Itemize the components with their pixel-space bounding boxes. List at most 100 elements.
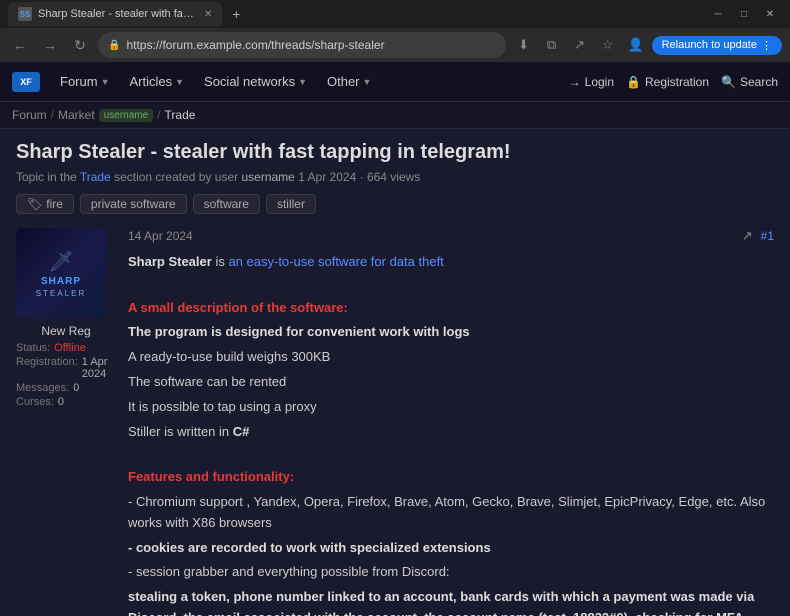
tags-container: 🏷 fire private software software stiller [16, 194, 774, 214]
post-header: 14 Apr 2024 ↗ #1 [128, 228, 774, 244]
intro-bold: Sharp Stealer [128, 254, 212, 269]
tag-software-label: software [204, 197, 249, 211]
registration-button[interactable]: 🔒 Registration [626, 75, 709, 89]
tag-private-label: private software [91, 197, 176, 211]
tag-item-fire[interactable]: 🏷 fire [16, 194, 74, 214]
back-button[interactable]: ← [8, 33, 32, 57]
messages-row: Messages: 0 [16, 382, 116, 394]
chevron-down-icon: ▼ [298, 77, 307, 87]
messages-label: Messages: [16, 382, 69, 394]
meta-date: 1 Apr 2024 [298, 170, 356, 184]
avatar-sharp: SHARP [41, 276, 81, 287]
login-icon: → [569, 75, 581, 89]
tag-item-software[interactable]: software [193, 194, 260, 214]
meta-middle: section created by user [114, 170, 241, 184]
section2-item-1: - Chromium support , Yandex, Opera, Fire… [128, 492, 774, 534]
nav-forum-label: Forum [60, 74, 98, 89]
nav-item-other[interactable]: Other ▼ [319, 62, 379, 102]
status-label: Status: [16, 342, 50, 354]
breadcrumb-forum[interactable]: Forum [12, 108, 47, 122]
chevron-down-icon: ▼ [101, 77, 110, 87]
section2-discord-detail: stealing a token, phone number linked to… [128, 587, 774, 616]
download-icon[interactable]: ⬇ [512, 33, 536, 57]
extension-icon[interactable]: ⧉ [540, 33, 564, 57]
meta-section-link[interactable]: Trade [80, 170, 111, 184]
share-icon[interactable]: ↗ [742, 228, 753, 244]
section1-header-text: A small description of the software: [128, 300, 348, 315]
section1-header: A small description of the software: [128, 298, 774, 319]
search-button[interactable]: 🔍 Search [721, 75, 778, 89]
csharp-bold: C# [233, 424, 250, 439]
lock-icon: 🔒 [108, 40, 120, 51]
login-button[interactable]: → Login [569, 75, 614, 89]
tag-item-stiller[interactable]: stiller [266, 194, 316, 214]
section2-header: Features and functionality: [128, 467, 774, 488]
item1-bold: The program is designed for convenient w… [128, 324, 470, 339]
meta-user-link[interactable]: username [241, 170, 294, 184]
breadcrumb-badge: username [99, 109, 153, 122]
meta-views: · 664 views [360, 170, 421, 184]
section1-item-2: A ready-to-use build weighs 300KB [128, 347, 774, 368]
close-tab-icon[interactable]: ✕ [204, 9, 212, 20]
author-avatar: 🗡 SHARP STEALER [16, 228, 106, 318]
browser-tab[interactable]: SS Sharp Stealer - stealer with fast t..… [8, 2, 222, 26]
lock-nav-icon: 🔒 [626, 75, 641, 89]
forward-button[interactable]: → [38, 33, 62, 57]
post-content-body: Sharp Stealer is an easy-to-use software… [128, 252, 774, 616]
chevron-down-icon: ▼ [175, 77, 184, 87]
item2-bold: - cookies are recorded to work with spec… [128, 540, 491, 555]
bookmark-icon[interactable]: ☆ [596, 33, 620, 57]
post-body: 14 Apr 2024 ↗ #1 Sharp Stealer is an eas… [128, 228, 774, 616]
address-bar[interactable]: 🔒 https://forum.example.com/threads/shar… [98, 32, 506, 58]
relaunch-button[interactable]: Relaunch to update ⋮ [652, 36, 782, 55]
nav-actions: → Login 🔒 Registration 🔍 Search [569, 75, 778, 89]
nav-other-label: Other [327, 74, 360, 89]
minimize-button[interactable]: ─ [706, 4, 730, 24]
profile-icon[interactable]: 👤 [624, 33, 648, 57]
post-author: 🗡 SHARP STEALER New Reg Status: Offline … [16, 228, 116, 616]
nav-item-social[interactable]: Social networks ▼ [196, 62, 315, 102]
tag-stiller-label: stiller [277, 197, 305, 211]
tag-item-private[interactable]: private software [80, 194, 187, 214]
share-icon[interactable]: ↗ [568, 33, 592, 57]
tab-title: Sharp Stealer - stealer with fast t... [38, 8, 198, 20]
meta-prefix: Topic in the [16, 170, 80, 184]
avatar-stealer: STEALER [36, 289, 86, 298]
messages-count: 0 [73, 382, 79, 394]
section1-item-3: The software can be rented [128, 372, 774, 393]
chevron-down-icon: ▼ [363, 77, 372, 87]
breadcrumb: Forum / Market username / Trade [0, 102, 790, 129]
status-row: Status: Offline [16, 342, 116, 354]
nav-item-forum[interactable]: Forum ▼ [52, 62, 117, 102]
nav-item-articles[interactable]: Articles ▼ [121, 62, 192, 102]
titlebar-controls: ─ □ ✕ [706, 4, 782, 24]
author-info-panel: Status: Offline Registration: 1 Apr 2024… [16, 342, 116, 408]
browser-toolbar: ← → ↻ 🔒 https://forum.example.com/thread… [0, 28, 790, 62]
titlebar-left: SS Sharp Stealer - stealer with fast t..… [8, 2, 246, 26]
section2-item-3: - session grabber and everything possibl… [128, 562, 774, 583]
relaunch-label: Relaunch to update [662, 39, 757, 51]
close-button[interactable]: ✕ [758, 4, 782, 24]
fire-icon: 🏷 [27, 197, 42, 211]
reg-label: Registration: [16, 356, 78, 380]
refresh-button[interactable]: ↻ [68, 33, 92, 57]
tab-favicon: SS [18, 7, 32, 21]
nav-social-label: Social networks [204, 74, 295, 89]
maximize-button[interactable]: □ [732, 4, 756, 24]
intro-suffix: is [215, 254, 228, 269]
curses-label: Curses: [16, 396, 54, 408]
site-logo: XF [12, 72, 40, 92]
relaunch-menu-icon: ⋮ [761, 39, 772, 52]
search-label: Search [740, 75, 778, 89]
author-name: New Reg [16, 324, 116, 338]
address-text: https://forum.example.com/threads/sharp-… [126, 38, 495, 52]
breadcrumb-market[interactable]: Market [58, 108, 95, 122]
site-content: XF Forum ▼ Articles ▼ Social networks ▼ … [0, 62, 790, 616]
page-title: Sharp Stealer - stealer with fast tappin… [16, 141, 774, 164]
registration-row: Registration: 1 Apr 2024 [16, 356, 116, 380]
new-tab-button[interactable]: + [226, 4, 246, 24]
nav-articles-label: Articles [129, 74, 172, 89]
intro-link-text: an easy-to-use software for data theft [228, 254, 443, 269]
breadcrumb-current: Trade [165, 108, 196, 122]
avatar-figure: 🗡 [48, 249, 73, 274]
